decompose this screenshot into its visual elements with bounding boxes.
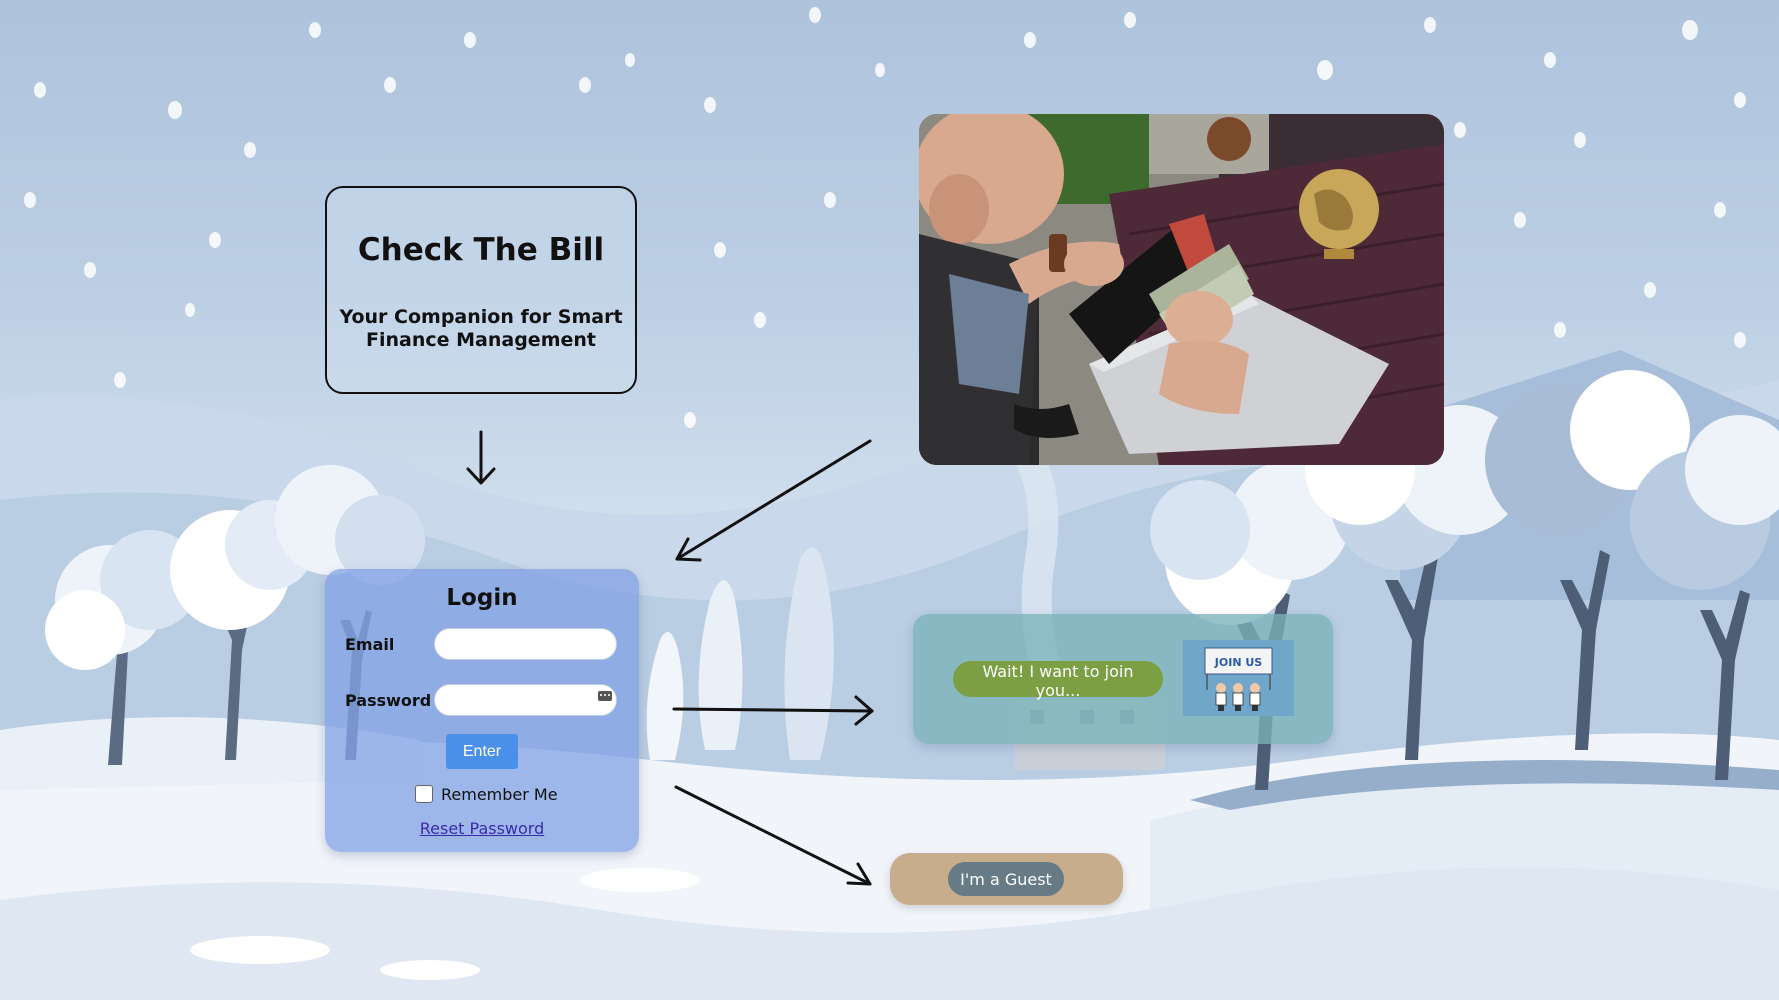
password-autofill-icon[interactable] — [598, 691, 612, 701]
hero-photo — [919, 114, 1444, 465]
wallet-cash-photo-icon — [919, 114, 1444, 465]
guest-button[interactable]: I'm a Guest — [948, 862, 1064, 896]
winter-background — [0, 7, 1779, 1000]
login-panel: Login Email Password Enter Remember Me R… — [325, 569, 639, 852]
remember-me-label[interactable]: Remember Me — [441, 785, 558, 804]
password-field[interactable] — [434, 684, 617, 716]
title-card: Check The Bill Your Companion for Smart … — [325, 186, 637, 394]
join-us-illustration: JOIN US — [1183, 640, 1294, 716]
login-title: Login — [446, 585, 518, 611]
join-panel: Wait! I want to join you... JOIN US — [913, 614, 1333, 744]
remember-me-row[interactable]: Remember Me — [415, 784, 558, 804]
landing-page: Check The Bill Your Companion for Smart … — [0, 0, 1779, 1000]
join-banner-text: JOIN US — [1214, 656, 1263, 669]
password-label: Password — [345, 691, 432, 710]
guest-panel: I'm a Guest — [890, 853, 1123, 905]
email-label: Email — [345, 635, 395, 654]
join-button[interactable]: Wait! I want to join you... — [953, 661, 1163, 700]
remember-me-checkbox[interactable] — [415, 785, 433, 803]
app-subtitle: Your Companion for Smart Finance Managem… — [339, 306, 623, 351]
email-field[interactable] — [434, 628, 617, 660]
reset-password-link[interactable]: Reset Password — [325, 819, 639, 838]
enter-button[interactable]: Enter — [446, 734, 518, 769]
app-title: Check The Bill — [357, 232, 605, 268]
